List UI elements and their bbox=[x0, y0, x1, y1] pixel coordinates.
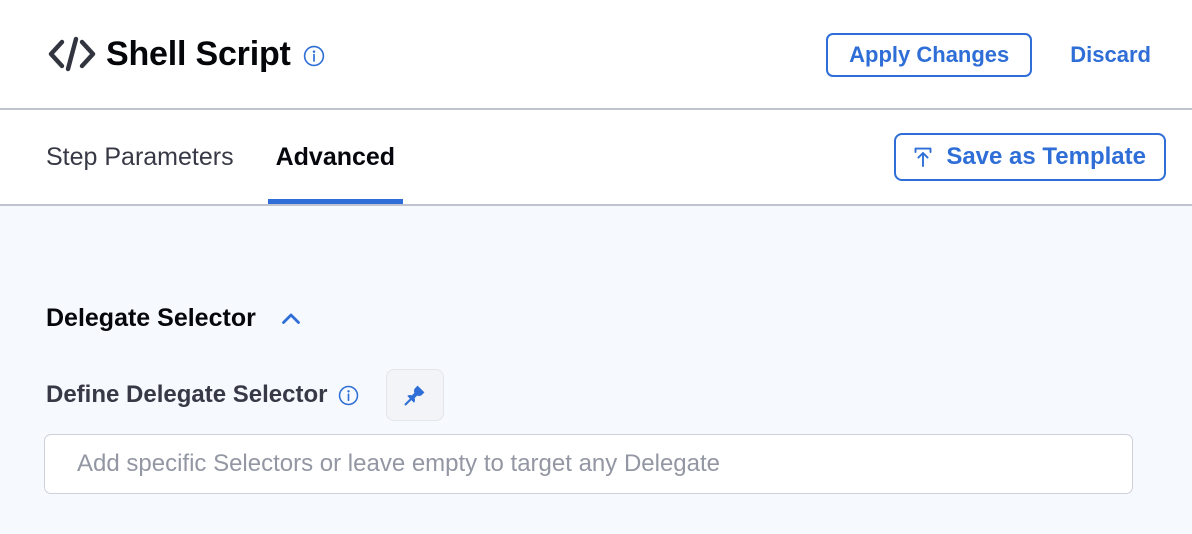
pin-delegate-selector-button[interactable] bbox=[386, 369, 445, 421]
save-as-template-button[interactable]: Save as Template bbox=[894, 133, 1166, 181]
tab-advanced[interactable]: Advanced bbox=[267, 110, 404, 204]
page-title: Shell Script bbox=[106, 34, 291, 73]
tab-bar-actions: Save as Template bbox=[894, 110, 1166, 204]
title-info-icon[interactable] bbox=[303, 45, 325, 67]
define-delegate-selector-row: Define Delegate Selector bbox=[46, 369, 445, 421]
section-title: Delegate Selector bbox=[46, 304, 256, 332]
define-delegate-selector-info-icon[interactable] bbox=[338, 385, 359, 406]
header-title-group: Shell Script bbox=[44, 32, 325, 76]
tab-list: Step Parameters Advanced bbox=[46, 110, 437, 204]
save-as-template-label: Save as Template bbox=[946, 143, 1146, 170]
panel-header: Shell Script Apply Changes Discard bbox=[0, 0, 1192, 110]
shell-script-step-panel: Shell Script Apply Changes Discard Step … bbox=[0, 0, 1192, 534]
advanced-tab-content: Delegate Selector Define Delegate Select… bbox=[0, 206, 1192, 534]
pushpin-icon bbox=[402, 382, 428, 408]
apply-changes-button[interactable]: Apply Changes bbox=[826, 33, 1033, 77]
discard-button[interactable]: Discard bbox=[1070, 42, 1151, 68]
chevron-up-icon[interactable] bbox=[278, 306, 304, 332]
tab-bar: Step Parameters Advanced Save as Templat… bbox=[0, 110, 1192, 206]
code-brackets-icon bbox=[44, 32, 100, 76]
delegate-selector-section-header: Delegate Selector bbox=[46, 304, 304, 333]
header-actions: Apply Changes Discard bbox=[826, 0, 1192, 110]
save-to-template-arrow-icon bbox=[911, 145, 935, 169]
define-delegate-selector-label: Define Delegate Selector bbox=[46, 381, 328, 408]
tab-step-parameters[interactable]: Step Parameters bbox=[46, 110, 234, 204]
delegate-selector-input[interactable] bbox=[44, 434, 1133, 494]
